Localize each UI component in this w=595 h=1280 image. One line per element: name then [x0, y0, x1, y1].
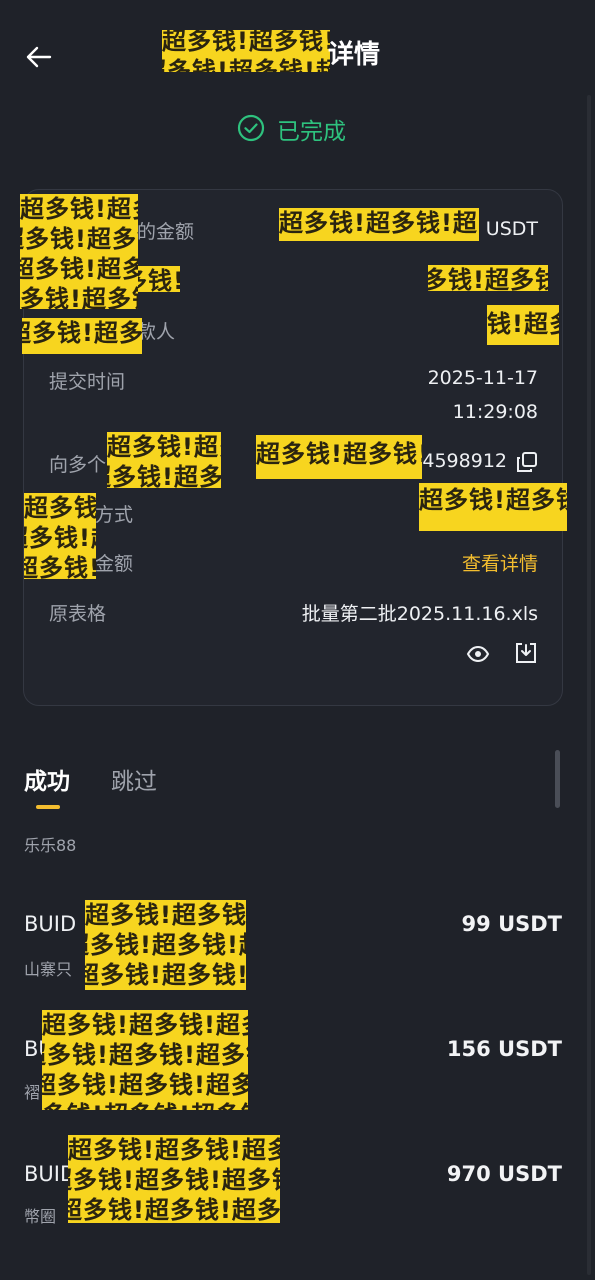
redacted-label-block-2: 超多钱!超多钱!超多钱!超多钱! [138, 266, 180, 292]
row-amount: 99 USDT [461, 912, 562, 936]
page-scrollbar[interactable] [587, 95, 591, 1275]
original-sheet-file: 批量第二批2025.11.16.xls [301, 603, 538, 625]
row-subtitle: 褶 [24, 1083, 41, 1102]
redacted-row-1: 超多钱!超多钱!超多钱!超多钱! 超多钱!超多钱!超多钱!超多钱! 超多钱!超多… [85, 900, 246, 990]
check-circle-icon [237, 114, 265, 142]
copy-button[interactable] [515, 450, 539, 474]
row-subtitle: 山寨只 [24, 960, 73, 979]
preview-button[interactable] [466, 642, 490, 666]
submit-time-label: 提交时间 [49, 371, 126, 393]
submit-date: 2025-11-17 [427, 367, 538, 389]
row-amount: 156 USDT [446, 1037, 562, 1061]
redacted-label-block-1: 超多钱!超多钱!超多钱!超多钱! 超多钱!超多钱!超多钱!超多钱! 超多钱!超多… [20, 194, 138, 309]
multi-value: 4598912 [422, 450, 507, 472]
tab-success[interactable]: 成功 [24, 762, 70, 796]
redacted-label-block-4: 超多钱!超多钱!超多钱!超多钱! 超多钱!超多钱!超多钱!超多钱! 超多钱!超多… [24, 493, 96, 579]
redacted-payer: 超多钱!超多钱!超多钱!超多钱! [428, 265, 548, 291]
row-subtitle: 幣圈 [24, 1207, 57, 1226]
method-label: 方式 [95, 504, 134, 526]
scrollbar-thumb[interactable] [555, 750, 560, 808]
tab-active-indicator [36, 805, 60, 809]
status-text: 已完成 [277, 119, 346, 145]
arrow-left-icon [26, 46, 52, 68]
row-title: BUID [24, 912, 77, 936]
download-button[interactable] [514, 641, 538, 665]
page-title: 详情 [328, 40, 381, 70]
original-sheet-label: 原表格 [49, 603, 107, 625]
redacted-amount: 超多钱!超多钱!超多钱!超多钱! [279, 208, 479, 241]
payee-label: 款人 [137, 321, 176, 343]
eye-icon [466, 645, 490, 663]
copy-icon [517, 452, 537, 472]
redacted-row-2: 超多钱!超多钱!超多钱!超多钱! 超多钱!超多钱!超多钱!超多钱! 超多钱!超多… [42, 1010, 248, 1110]
redacted-multi-value: 超多钱!超多钱!超多钱!超多钱! [256, 435, 422, 479]
redacted-row-3: 超多钱!超多钱!超多钱!超多钱! 超多钱!超多钱!超多钱!超多钱! 超多钱!超多… [68, 1135, 280, 1223]
redacted-title: 超多钱!超多钱!超多钱!超多钱! 超多钱!超多钱!超多钱!超多钱! [162, 30, 330, 72]
redacted-method-value: 超多钱!超多钱!超多钱!超多钱! [419, 483, 567, 531]
redacted-multi-label: 超多钱!超多钱!超多钱!超多钱! 超多钱!超多钱!超多钱!超多钱! [107, 432, 221, 488]
submit-time: 11:29:08 [452, 401, 538, 423]
group-label: 乐乐88 [24, 836, 77, 855]
view-details-link[interactable]: 查看详情 [462, 549, 538, 576]
amount-label: 的金额 [137, 221, 195, 243]
row-amount: 970 USDT [446, 1162, 562, 1186]
amount-unit: USDT [485, 218, 538, 240]
download-icon [516, 643, 536, 663]
tab-skipped[interactable]: 跳过 [111, 762, 157, 796]
multi-label: 向多个 [49, 454, 107, 476]
total-label: 金额 [95, 553, 134, 575]
redacted-payee: 超多钱!超多钱!超多钱!超多钱! [487, 305, 559, 345]
back-button[interactable] [22, 40, 56, 74]
redacted-label-block-3: 超多钱!超多钱!超多钱!超多钱! [22, 318, 142, 354]
